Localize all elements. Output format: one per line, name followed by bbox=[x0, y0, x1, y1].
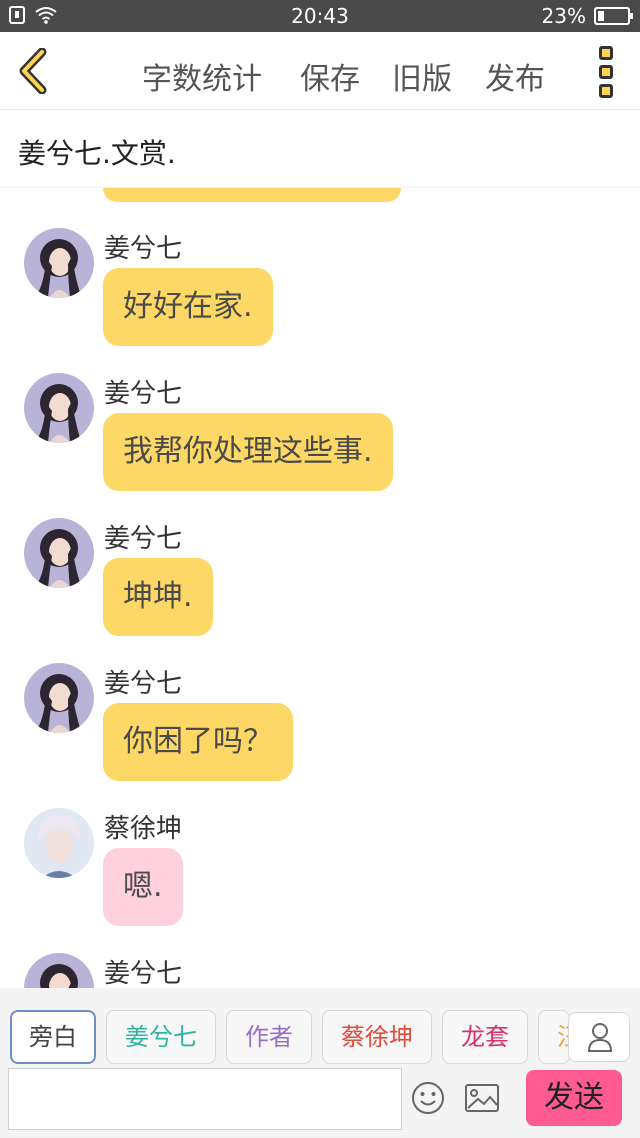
battery-percent: 23% bbox=[541, 4, 586, 28]
message-item[interactable]: 姜兮七 坤坤. bbox=[0, 518, 640, 658]
chat-list[interactable]: 姜兮七 好好在家. 姜兮七 我帮你处理这些事. 姜兮七 坤坤. 姜兮七 你困了吗… bbox=[0, 188, 640, 988]
top-toolbar: 字数统计 保存 旧版 发布 bbox=[0, 32, 640, 110]
role-tab-narration[interactable]: 旁白 bbox=[10, 1010, 96, 1064]
chevron-left-icon bbox=[19, 47, 47, 95]
word-count-button[interactable]: 字数统计 bbox=[142, 54, 262, 98]
message-item[interactable]: 姜兮七 好好在家. bbox=[0, 228, 640, 368]
manage-roles-button[interactable] bbox=[568, 1012, 630, 1062]
girl-avatar-icon bbox=[24, 518, 94, 588]
old-version-button[interactable]: 旧版 bbox=[392, 54, 452, 98]
avatar[interactable] bbox=[24, 518, 94, 588]
battery-icon bbox=[594, 7, 633, 25]
partial-message-bubble[interactable] bbox=[103, 188, 401, 202]
smiley-icon bbox=[412, 1082, 444, 1114]
image-button[interactable] bbox=[464, 1082, 500, 1114]
message-bubble[interactable]: 坤坤. bbox=[103, 558, 213, 636]
message-item[interactable]: 姜兮七 我帮你处理这些事. bbox=[0, 373, 640, 513]
story-title: 姜兮七.文赏. bbox=[18, 137, 176, 170]
girl-avatar-icon bbox=[24, 953, 94, 988]
avatar[interactable] bbox=[24, 953, 94, 988]
sender-name: 姜兮七 bbox=[104, 959, 183, 988]
status-icons-right: 23% bbox=[541, 4, 633, 28]
message-bubble[interactable]: 嗯. bbox=[103, 848, 183, 926]
girl-avatar-icon bbox=[24, 228, 94, 298]
sender-name: 姜兮七 bbox=[104, 524, 183, 554]
battery-fill bbox=[598, 11, 604, 21]
story-title-bar[interactable]: 姜兮七.文赏. bbox=[0, 110, 640, 188]
role-tab-cai[interactable]: 蔡徐坤 bbox=[322, 1010, 432, 1064]
more-dot-icon bbox=[599, 65, 613, 79]
message-input[interactable] bbox=[8, 1068, 402, 1130]
message-bubble[interactable]: 我帮你处理这些事. bbox=[103, 413, 393, 491]
sender-name: 蔡徐坤 bbox=[104, 814, 183, 844]
person-icon bbox=[587, 1023, 613, 1052]
message-item[interactable]: 姜兮七 bbox=[0, 953, 640, 988]
message-item[interactable]: 姜兮七 你困了吗？ bbox=[0, 663, 640, 803]
sender-name: 姜兮七 bbox=[104, 669, 183, 699]
role-tab-author[interactable]: 作者 bbox=[226, 1010, 312, 1064]
girl-avatar-icon bbox=[24, 373, 94, 443]
back-button[interactable] bbox=[14, 47, 54, 95]
more-dot-icon bbox=[599, 46, 613, 60]
more-options-button[interactable] bbox=[596, 46, 616, 98]
save-button[interactable]: 保存 bbox=[300, 54, 360, 98]
girl-avatar-icon bbox=[24, 663, 94, 733]
role-selector: 旁白 姜兮七 作者 蔡徐坤 龙套 汪 bbox=[0, 988, 640, 1068]
more-dot-icon bbox=[599, 84, 613, 98]
avatar[interactable] bbox=[24, 373, 94, 443]
message-bubble[interactable]: 好好在家. bbox=[103, 268, 273, 346]
role-tab-partial[interactable]: 汪 bbox=[538, 1010, 570, 1064]
message-bubble[interactable]: 你困了吗？ bbox=[103, 703, 293, 781]
avatar[interactable] bbox=[24, 808, 94, 878]
image-icon bbox=[465, 1084, 499, 1112]
role-tab-extra[interactable]: 龙套 bbox=[442, 1010, 528, 1064]
role-tab-jiang[interactable]: 姜兮七 bbox=[106, 1010, 216, 1064]
message-item[interactable]: 蔡徐坤 嗯. bbox=[0, 808, 640, 948]
status-bar: 20:43 23% bbox=[0, 0, 640, 32]
avatar[interactable] bbox=[24, 228, 94, 298]
boy-avatar-icon bbox=[24, 808, 94, 878]
sender-name: 姜兮七 bbox=[104, 379, 183, 409]
input-bar: 发送 bbox=[0, 1068, 640, 1138]
sender-name: 姜兮七 bbox=[104, 234, 183, 264]
publish-button[interactable]: 发布 bbox=[485, 54, 545, 98]
send-button[interactable]: 发送 bbox=[526, 1070, 622, 1126]
avatar[interactable] bbox=[24, 663, 94, 733]
emoji-button[interactable] bbox=[410, 1080, 446, 1116]
